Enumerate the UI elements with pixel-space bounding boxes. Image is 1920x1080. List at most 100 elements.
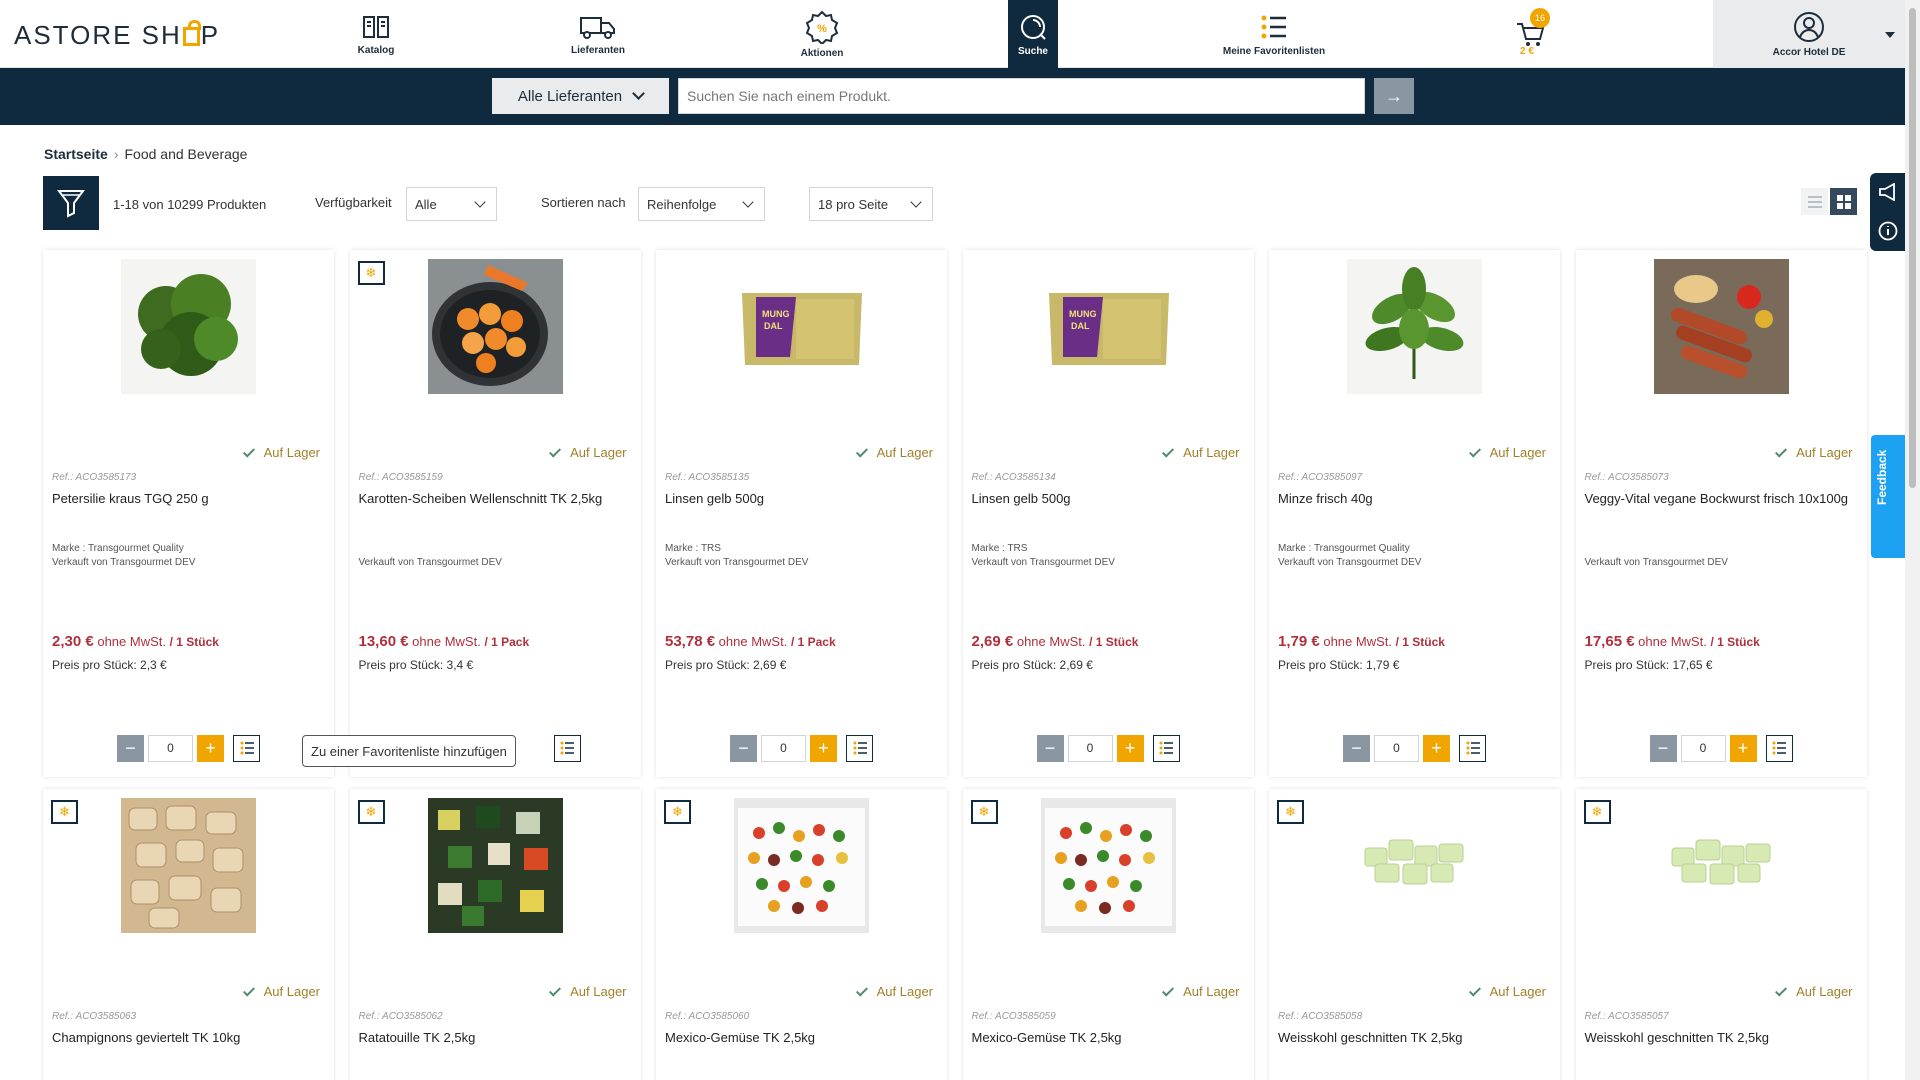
add-to-favorite-tooltip: Zu einer Favoritenliste hinzufügen (302, 735, 516, 767)
product-card[interactable]: Auf Lager Ref.: ACO3585173 Petersilie krau… (43, 250, 334, 777)
product-name[interactable]: Petersilie kraus TGQ 250 g (52, 490, 322, 507)
per-page-select[interactable]: 18 pro Seite (809, 187, 933, 221)
product-image[interactable] (427, 259, 563, 394)
quantity-decrease-button[interactable]: − (1343, 734, 1370, 762)
add-to-favorite-button[interactable] (1765, 734, 1793, 762)
quantity-input[interactable]: 0 (1680, 734, 1726, 762)
feedback-label: Feedback (1875, 449, 1889, 505)
quantity-increase-button[interactable]: + (1116, 734, 1144, 762)
nav-lieferanten[interactable]: Lieferanten (560, 0, 636, 68)
product-image[interactable] (1653, 798, 1789, 933)
product-ref: Ref.: ACO3585159 (358, 472, 443, 483)
product-name[interactable]: Mexico-Gemüse TK 2,5kg (665, 1029, 935, 1046)
quantity-input[interactable]: 0 (1067, 734, 1113, 762)
account-menu[interactable]: Accor Hotel DE (1713, 0, 1905, 68)
quantity-increase-button[interactable]: + (1729, 734, 1757, 762)
product-card[interactable]: MUNG DAL Auf Lager Ref.: ACO3585134 Linsen g… (962, 250, 1254, 777)
feedback-tab[interactable]: Feedback (1871, 435, 1905, 558)
supplier-dropdown[interactable]: Alle Lieferanten (492, 78, 669, 114)
product-name[interactable]: Linsen gelb 500g (972, 490, 1242, 507)
product-card[interactable]: Auf Lager Ref.: ACO3585159 Karotten-Scheib… (349, 250, 641, 777)
promo-badge-icon: % (805, 10, 839, 44)
list-view-button[interactable] (1801, 188, 1828, 215)
search-submit-button[interactable]: → (1374, 78, 1414, 114)
product-seller: Verkauft von Transgourmet DEV (52, 557, 196, 568)
quantity-increase-button[interactable]: + (1423, 734, 1450, 762)
product-card[interactable]: Auf Lager Ref.: ACO3585073 Veggy-Vital veg… (1575, 250, 1867, 777)
product-image[interactable]: MUNG DAL (1040, 259, 1176, 394)
product-image[interactable] (427, 798, 563, 933)
filter-funnel-icon (57, 190, 85, 218)
product-search-input[interactable] (678, 78, 1365, 114)
stock-label: Auf Lager (263, 445, 320, 460)
quantity-input[interactable]: 0 (761, 734, 806, 762)
product-name[interactable]: Champignons geviertelt TK 10kg (52, 1029, 322, 1046)
quantity-increase-button[interactable]: + (197, 734, 224, 762)
breadcrumb-home[interactable]: Startseite (44, 146, 108, 162)
product-card[interactable]: Auf Lager Ref.: ACO3585097 Minze frisch 40… (1269, 250, 1560, 777)
unit-price: Preis pro Stück: 2,3 € (52, 658, 167, 672)
product-name[interactable]: Linsen gelb 500g (665, 490, 935, 507)
nav-suche[interactable]: Suche (1008, 0, 1058, 68)
scrollbar-thumb[interactable] (1909, 8, 1916, 488)
quantity-decrease-button[interactable]: − (730, 734, 757, 762)
availability-select[interactable]: Alle (406, 187, 497, 221)
megaphone-icon[interactable] (1878, 183, 1900, 201)
cart-button[interactable]: 16 2 € (1500, 0, 1560, 68)
nav-favoritenlisten[interactable]: Meine Favoritenlisten (1216, 0, 1332, 68)
product-card[interactable]: Auf Lager Ref.: ACO3585063 Champignons gev… (43, 789, 334, 1080)
product-name[interactable]: Weisskohl geschnitten TK 2,5kg (1278, 1029, 1548, 1046)
side-toolbar (1870, 173, 1905, 251)
add-to-favorite-button[interactable] (1152, 734, 1180, 762)
quantity-input[interactable]: 0 (1374, 734, 1419, 762)
product-image[interactable]: MUNG DAL (734, 259, 869, 394)
stock-status: Auf Lager (549, 444, 627, 460)
product-name[interactable]: Weisskohl geschnitten TK 2,5kg (1585, 1029, 1855, 1046)
product-name[interactable]: Mexico-Gemüse TK 2,5kg (972, 1029, 1242, 1046)
quantity-decrease-button[interactable]: − (1036, 734, 1064, 762)
add-to-favorite-button[interactable] (233, 734, 260, 762)
product-card[interactable]: Auf Lager Ref.: ACO3585059 Mexico-Gemüse T… (962, 789, 1254, 1080)
quantity-input[interactable]: 0 (148, 734, 193, 762)
product-name[interactable]: Minze frisch 40g (1278, 490, 1548, 507)
product-ref: Ref.: ACO3585097 (1278, 472, 1363, 483)
price-amount: 2,30 € (52, 633, 94, 650)
product-ref: Ref.: ACO3585059 (971, 1011, 1056, 1022)
product-name[interactable]: Veggy-Vital vegane Bockwurst frisch 10x1… (1585, 490, 1855, 507)
product-image[interactable] (1040, 798, 1176, 933)
price-unit: / 1 Stück (1089, 635, 1139, 649)
page-scrollbar[interactable] (1905, 0, 1920, 1080)
stock-label: Auf Lager (1183, 984, 1240, 999)
product-card[interactable]: Auf Lager Ref.: ACO3585058 Weisskohl gesch… (1269, 789, 1560, 1080)
add-to-favorite-button[interactable] (553, 734, 581, 762)
nav-katalog[interactable]: Katalog (340, 0, 412, 68)
product-name[interactable]: Ratatouille TK 2,5kg (359, 1029, 629, 1046)
product-image[interactable] (1653, 259, 1789, 394)
product-card[interactable]: Auf Lager Ref.: ACO3585060 Mexico-Gemüse T… (656, 789, 947, 1080)
quantity-decrease-button[interactable]: − (117, 734, 144, 762)
filter-button[interactable] (43, 176, 99, 230)
product-card[interactable]: Auf Lager Ref.: ACO3585057 Weisskohl gesch… (1575, 789, 1867, 1080)
quantity-increase-button[interactable]: + (810, 734, 837, 762)
product-image[interactable] (734, 798, 869, 933)
product-image[interactable] (121, 259, 256, 394)
info-icon[interactable] (1878, 221, 1898, 241)
product-card[interactable]: Auf Lager Ref.: ACO3585062 Ratatouille TK … (349, 789, 641, 1080)
product-card[interactable]: MUNG DAL Auf Lager Ref.: ACO3585135 Linsen g… (656, 250, 947, 777)
favorite-list-icon (1261, 15, 1286, 38)
stock-label: Auf Lager (570, 984, 627, 999)
product-image[interactable] (1347, 798, 1482, 933)
shop-logo[interactable]: ASTORE SH P (14, 20, 220, 51)
product-brand: Marke : TRS (665, 543, 721, 554)
nav-aktionen[interactable]: % Aktionen (790, 0, 854, 68)
check-icon (549, 983, 562, 997)
chevron-down-icon[interactable] (1885, 32, 1895, 38)
product-image[interactable] (121, 798, 256, 933)
add-to-favorite-button[interactable] (846, 734, 873, 762)
grid-view-button[interactable] (1830, 188, 1857, 215)
add-to-favorite-button[interactable] (1459, 734, 1486, 762)
product-image[interactable] (1347, 259, 1482, 394)
quantity-decrease-button[interactable]: − (1649, 734, 1677, 762)
sort-select[interactable]: Reihenfolge (638, 187, 765, 221)
product-name[interactable]: Karotten-Scheiben Wellenschnitt TK 2,5kg (359, 490, 629, 507)
